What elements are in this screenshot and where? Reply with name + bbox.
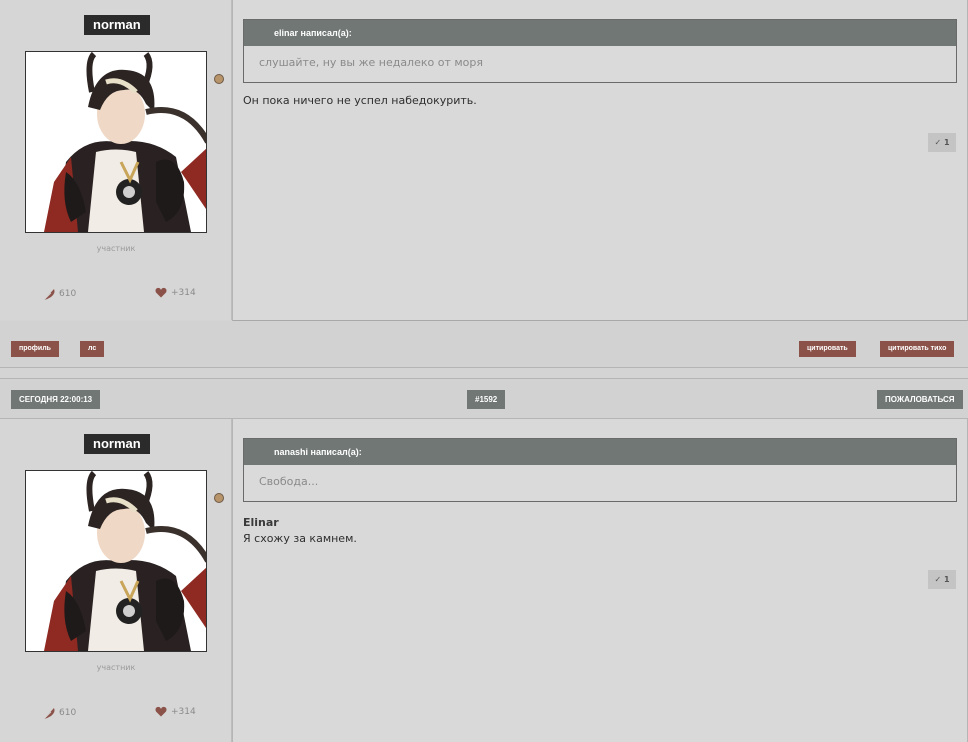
author-rank: участник: [96, 244, 136, 253]
reputation-value: +314: [171, 706, 196, 717]
quote-button[interactable]: цитировать: [799, 341, 856, 357]
avatar[interactable]: [25, 470, 207, 652]
reputation[interactable]: +314: [155, 287, 196, 298]
heart-icon: [155, 287, 167, 298]
quote-block: elinar написал(а): слушайте, ну вы же не…: [243, 19, 957, 83]
quote-block: nanashi написал(а): Свобода...: [243, 438, 957, 502]
author-rank: участник: [96, 663, 136, 672]
post-text: Он пока ничего не успел набедокурить.: [243, 94, 477, 107]
post-text-name: Elinar: [243, 516, 279, 529]
profile-button[interactable]: профиль: [11, 341, 59, 357]
online-status-icon: [214, 493, 224, 503]
author-sidebar: norman участник 610 +314: [0, 0, 232, 320]
post-number[interactable]: #1592: [467, 390, 506, 409]
author-name[interactable]: norman: [84, 434, 150, 454]
like-button[interactable]: ✓ 1: [928, 570, 956, 589]
avatar[interactable]: [25, 51, 207, 233]
reputation[interactable]: +314: [155, 706, 196, 717]
reputation-value: +314: [171, 287, 196, 298]
post-count-value: 610: [59, 289, 77, 299]
post-content: elinar написал(а): слушайте, ну вы же не…: [232, 0, 968, 321]
heart-icon: [155, 706, 167, 717]
post: СЕГОДНЯ 22:00:13 #1592 ПОЖАЛОВАТЬСЯ norm…: [0, 378, 968, 742]
author-sidebar: norman участник 610 +314: [0, 419, 232, 742]
pm-button[interactable]: лс: [80, 341, 105, 357]
post-count: 610: [42, 706, 76, 720]
author-name[interactable]: norman: [84, 15, 150, 35]
feather-icon: [43, 289, 55, 301]
quote-author: nanashi написал(а):: [244, 439, 956, 465]
online-status-icon: [214, 74, 224, 84]
post-count: 610: [42, 287, 76, 301]
post-header: СЕГОДНЯ 22:00:13 #1592 ПОЖАЛОВАТЬСЯ: [0, 378, 968, 419]
quote-author: elinar написал(а):: [244, 20, 956, 46]
like-button[interactable]: ✓ 1: [928, 133, 956, 152]
post-count-value: 610: [59, 708, 77, 718]
post-content: nanashi написал(а): Свобода... Elinar Я …: [232, 419, 968, 742]
post-footer: профиль лс цитировать цитировать тихо: [0, 321, 968, 368]
feather-icon: [43, 708, 55, 720]
post-date[interactable]: СЕГОДНЯ 22:00:13: [11, 390, 101, 409]
post-text-line: Я схожу за камнем.: [243, 532, 357, 545]
post-text: Elinar Я схожу за камнем.: [243, 515, 357, 547]
post: norman участник 610 +314 elinar написал(…: [0, 0, 968, 368]
quote-text: Свобода...: [259, 475, 319, 488]
quote-text: слушайте, ну вы же недалеко от моря: [259, 56, 483, 69]
report-button[interactable]: ПОЖАЛОВАТЬСЯ: [877, 390, 963, 409]
quote-silent-button[interactable]: цитировать тихо: [880, 341, 955, 357]
